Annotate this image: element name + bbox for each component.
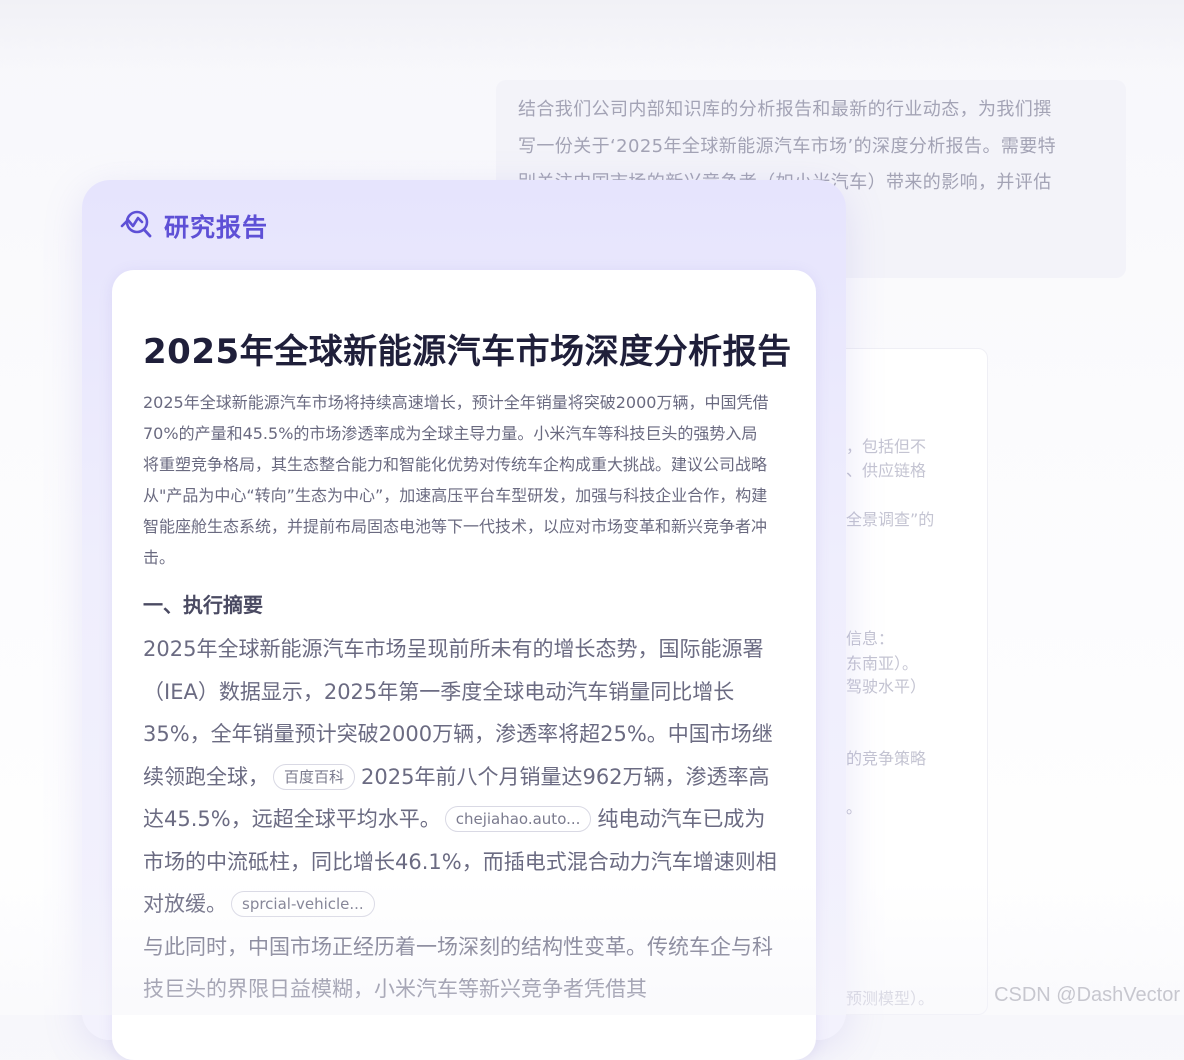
background-doc-fragment: 。 [846,798,863,817]
section-heading: 一、执行摘要 [143,593,263,617]
user-message-line: 结合我们公司内部知识库的分析报告和最新的行业动态，为我们撰 [518,99,1052,120]
background-doc-fragment: 信息： [846,629,895,648]
background-doc-fragment: ，包括但不 [846,437,927,456]
source-citation-chip[interactable]: sprcial-vehicle... [231,891,375,917]
top-fade [0,0,1184,70]
panel-title: 研究报告 [164,213,269,242]
research-chart-icon [120,209,152,243]
source-citation-chip[interactable]: chejiahao.auto... [444,806,592,832]
report-title: 2025年全球新能源汽车市场深度分析报告 [143,332,792,372]
report-card: 2025年全球新能源汽车市场深度分析报告 2025年全球新能源汽车市场将持续高速… [112,270,816,1060]
user-message-line: 写一份关于‘2025年全球新能源汽车市场’的深度分析报告。需要特 [518,135,1057,157]
panel-header: 研究报告 [120,208,268,244]
report-body: 2025年全球新能源汽车市场呈现前所未有的增长态势，国际能源署（IEA）数据显示… [143,628,783,1011]
research-report-panel: 研究报告 2025年全球新能源汽车市场深度分析报告 2025年全球新能源汽车市场… [82,180,846,1060]
background-doc-fragment: 东南亚）。 [846,654,919,673]
background-doc-fragment: 、供应链格 [846,461,927,480]
background-doc-fragment: 预测模型）。 [846,989,935,1008]
background-doc-fragment: 全景调查”的 [846,510,935,529]
paragraph-text: 与此同时，中国市场正经历着一场深刻的结构性变革。传统车企与科技巨头的界限日益模糊… [143,934,773,1002]
report-summary: 2025年全球新能源汽车市场将持续高速增长，预计全年销量将突破2000万辆，中国… [143,393,769,567]
background-doc-fragment: 驾驶水平） [846,677,927,696]
background-doc-fragment: 的竞争策略 [846,749,927,768]
watermark: CSDN @DashVector [994,984,1180,1006]
source-citation-chip[interactable]: 百度百科 [273,763,356,790]
